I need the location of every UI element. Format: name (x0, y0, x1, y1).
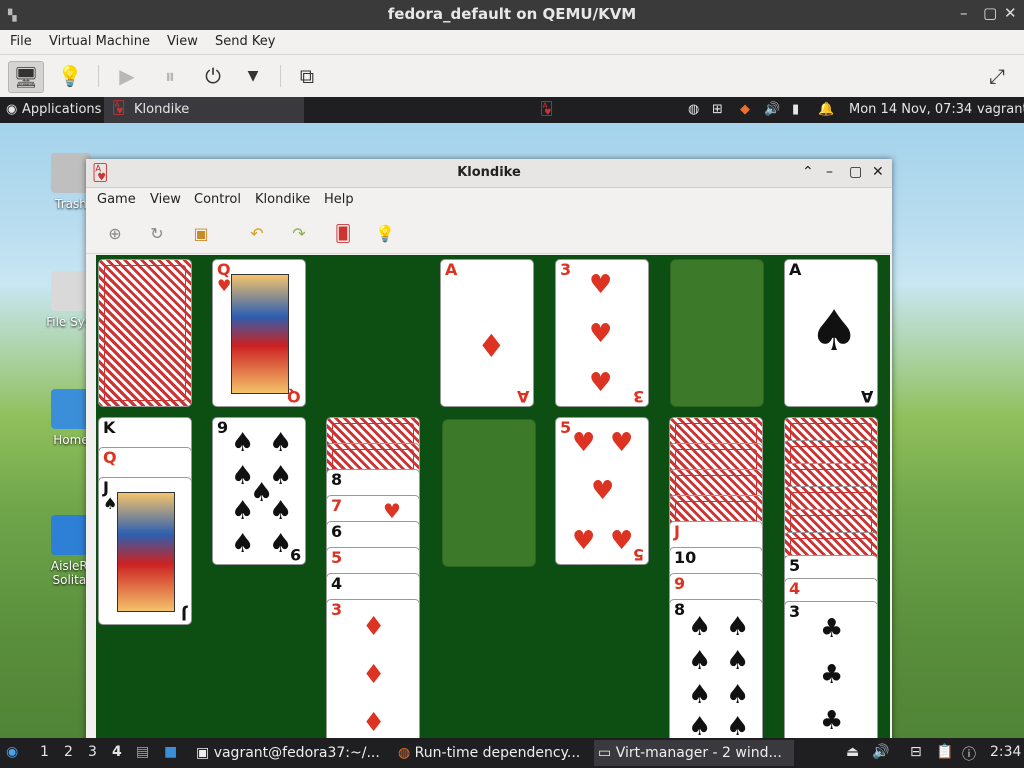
klondike-card-icon: 🂱 (112, 101, 126, 116)
maximize-icon[interactable]: ▢ (983, 4, 997, 22)
menu-help[interactable]: Help (324, 192, 354, 207)
tableau-3-card-6[interactable]: 3 ♦ ♦ ♦ (326, 599, 420, 747)
panel-user[interactable]: vagrant (977, 102, 1024, 117)
window-maximize-icon[interactable]: ▢ (849, 164, 862, 180)
active-window-label: Klondike (134, 102, 190, 117)
tableau-4-empty[interactable] (442, 419, 536, 567)
details-lightbulb-icon[interactable]: 💡 (55, 61, 85, 91)
host-window-title: fedora_default on QEMU/KVM (387, 5, 637, 23)
menu-send-key[interactable]: Send Key (215, 34, 275, 49)
window-shade-icon[interactable]: ⌃ (802, 164, 814, 180)
undo-icon[interactable]: ↶ (246, 223, 268, 245)
menu-virtual-machine[interactable]: Virtual Machine (49, 34, 150, 49)
virt-manager-icon: ▭ (598, 745, 612, 761)
run-icon[interactable]: ▶ (112, 61, 142, 91)
window-close-icon[interactable]: ✕ (872, 164, 884, 180)
tableau-6-card-4[interactable]: 8 ♠ ♠ ♠ ♠ ♠ ♠ ♠ ♠ (669, 599, 763, 747)
eject-icon[interactable]: ⏏ (846, 744, 859, 760)
workspace-2[interactable]: 2 (64, 744, 73, 760)
home-folder-icon (51, 389, 91, 429)
panel-card-icon[interactable]: 🂱 (540, 102, 553, 117)
queen-face-art (231, 274, 289, 394)
show-desktop-icon[interactable]: ■ (164, 744, 177, 760)
menu-control[interactable]: Control (194, 192, 241, 207)
workspace-3[interactable]: 3 (88, 744, 97, 760)
file-manager-icon[interactable]: ▤ (136, 744, 149, 760)
power-icon[interactable]: ⏻ (198, 61, 228, 91)
foundation-1[interactable]: A ♦ A (440, 259, 534, 407)
trash-icon (51, 153, 91, 193)
workspace-4[interactable]: 4 (112, 744, 122, 760)
menu-game[interactable]: Game (97, 192, 136, 207)
battery-icon[interactable]: ▮ (792, 102, 799, 117)
foundation-4[interactable]: A ♠ A (784, 259, 878, 407)
klondike-window[interactable]: 🂱 Klondike ⌃ – ▢ ✕ Game View Control Klo… (86, 159, 892, 768)
klondike-titlebar[interactable]: 🂱 Klondike ⌃ – ▢ ✕ (86, 159, 892, 188)
snapshots-icon[interactable]: ⧉ (292, 61, 322, 91)
host-menubar: File Virtual Machine View Send Key (0, 30, 1024, 55)
hint-icon[interactable]: 💡 (374, 223, 396, 245)
jack-face-art (117, 492, 175, 612)
minimize-icon[interactable]: – (960, 4, 968, 22)
guest-top-panel: ◉ Applications 🂱 Klondike 🂱 ◍ ⊞ ◆ 🔊 ▮ 🔔 … (0, 97, 1024, 123)
menu-view[interactable]: View (167, 34, 198, 49)
network-icon-bottom[interactable]: ⊟ (910, 744, 922, 760)
task-virt-manager[interactable]: ▭ Virt-manager - 2 wind... (594, 740, 794, 766)
applications-menu-icon[interactable]: ◉ (6, 102, 17, 117)
active-window-button[interactable]: 🂱 Klondike (104, 97, 304, 123)
window-minimize-icon[interactable]: – (826, 164, 833, 180)
fedora-logo-icon[interactable]: ◉ (6, 744, 18, 760)
solitaire-icon (51, 515, 91, 555)
console-view-icon[interactable]: 🖥 (8, 61, 44, 93)
klondike-toolbar: ⊕ ↻ ▣ ↶ ↷ 🂠 💡 (86, 213, 892, 254)
select-game-icon[interactable]: ▣ (190, 223, 212, 245)
firefox-icon: ◍ (398, 745, 411, 761)
volume-icon-bottom[interactable]: 🔊 (872, 744, 889, 760)
tableau-7-card-3[interactable]: 3 ♣ ♣ ♣ (784, 601, 878, 749)
new-game-icon[interactable]: ⊕ (104, 223, 126, 245)
clipboard-icon[interactable]: 📋 (936, 744, 953, 760)
drive-icon (51, 271, 91, 311)
klondike-menubar: Game View Control Klondike Help (86, 188, 892, 212)
pause-icon[interactable]: ⏸ (155, 61, 185, 91)
notification-icon[interactable]: ⓘ (962, 744, 976, 764)
guest-display[interactable]: ◉ Applications 🂱 Klondike 🂱 ◍ ⊞ ◆ 🔊 ▮ 🔔 … (0, 97, 1024, 768)
close-icon[interactable]: ✕ (1004, 4, 1017, 22)
restart-icon[interactable]: ↻ (146, 223, 168, 245)
package-icon[interactable]: ◆ (740, 102, 750, 117)
stock-pile[interactable] (98, 259, 192, 407)
game-board[interactable]: Q ♥ Q A ♦ A 3 ♥ ♥ ♥ 3 A ♠ A K Q J ♠ J 9 … (96, 255, 890, 768)
power-menu-chevron-icon[interactable]: ▼ (238, 61, 268, 91)
fullscreen-icon[interactable]: ⤢ (982, 61, 1012, 91)
menu-klondike[interactable]: Klondike (255, 192, 310, 207)
task-firefox[interactable]: ◍ Run-time dependency... (394, 740, 594, 766)
panel-clock[interactable]: Mon 14 Nov, 07:34 (849, 102, 972, 117)
deal-icon[interactable]: 🂠 (332, 223, 354, 245)
menu-file[interactable]: File (10, 34, 32, 49)
firefox-update-icon[interactable]: ◍ (688, 102, 699, 117)
workspace-1[interactable]: 1 (40, 744, 49, 760)
notifications-bell-icon[interactable]: 🔔 (818, 102, 834, 117)
tableau-5-card-1[interactable]: 5 ♥ ♥ ♥ ♥ ♥ 5 (555, 417, 649, 565)
klondike-title: Klondike (457, 165, 521, 180)
bottom-clock[interactable]: 2:34 (990, 744, 1021, 760)
tableau-1-card-3[interactable]: J ♠ J (98, 477, 192, 625)
foundation-2[interactable]: 3 ♥ ♥ ♥ 3 (555, 259, 649, 407)
waste-card[interactable]: Q ♥ Q (212, 259, 306, 407)
host-toolbar: 🖥 💡 ▶ ⏸ ⏻ ▼ ⧉ ⤢ (0, 55, 1024, 98)
volume-icon[interactable]: 🔊 (764, 102, 780, 117)
applications-menu[interactable]: Applications (22, 102, 101, 117)
terminal-icon: ▣ (196, 745, 210, 761)
host-titlebar: ▚ fedora_default on QEMU/KVM – ▢ ✕ (0, 0, 1024, 30)
guest-bottom-panel: ◉ 1 2 3 4 ▤ ■ ▣ vagrant@fedora37:~/... ◍… (0, 738, 1024, 768)
task-terminal[interactable]: ▣ vagrant@fedora37:~/... (192, 740, 392, 766)
menu-view[interactable]: View (150, 192, 181, 207)
foundation-3-empty[interactable] (670, 259, 764, 407)
redo-icon[interactable]: ↷ (288, 223, 310, 245)
tableau-2-card-1[interactable]: 9 ♠ ♠ ♠ ♠ ♠ ♠ ♠ ♠ ♠ 9 (212, 417, 306, 565)
network-icon[interactable]: ⊞ (712, 102, 723, 117)
